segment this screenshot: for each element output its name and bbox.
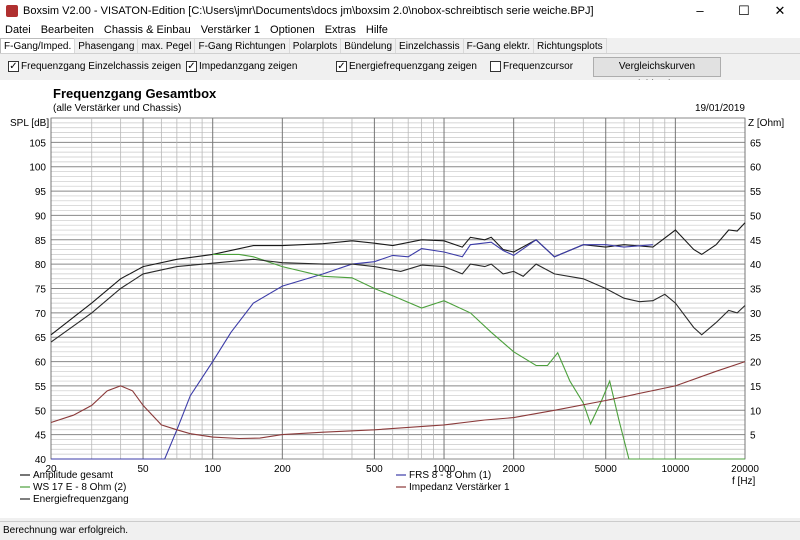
x-tick-label: 50 (137, 464, 149, 475)
tab-fgang-elektr[interactable]: F-Gang elektr. (462, 38, 534, 53)
x-tick-label: 500 (366, 464, 383, 475)
menu-bearbeiten[interactable]: Bearbeiten (36, 22, 99, 38)
legend-item: WS 17 E - 8 Ohm (2) (33, 482, 126, 493)
y-axis-label: SPL [dB] (10, 118, 49, 129)
legend-item: Amplitude gesamt (33, 470, 113, 481)
checkbox-einzelchassis[interactable]: ✓ Frequenzgang Einzelchassis zeigen (8, 61, 181, 72)
options-bar: ✓ Frequenzgang Einzelchassis zeigen ✓ Impe… (0, 55, 800, 90)
y-tick-label: 50 (35, 406, 47, 417)
y2-axis-label: Z [Ohm] (748, 118, 784, 129)
tab-bar: F-Gang/Imped. Phasengang max. Pegel F-Ga… (0, 38, 800, 54)
tab-richtungsplots[interactable]: Richtungsplots (533, 38, 607, 53)
y2-tick-label: 40 (750, 260, 762, 271)
x-tick-label: 200 (274, 464, 291, 475)
y-tick-label: 65 (35, 333, 47, 344)
app-icon (6, 5, 18, 17)
frequency-response-chart: Frequenzgang Gesamtbox (alle Verstärker u… (10, 86, 784, 505)
tab-buendelung[interactable]: Bündelung (340, 38, 397, 53)
y2-tick-label: 30 (750, 309, 762, 320)
y-tick-label: 60 (35, 358, 47, 369)
tab-max-pegel[interactable]: max. Pegel (137, 38, 196, 53)
chart-subtitle: (alle Verstärker und Chassis) (53, 103, 181, 114)
checkbox-label: Energiefrequenzgang zeigen (349, 61, 477, 72)
menu-extras[interactable]: Extras (320, 22, 361, 38)
close-button[interactable]: ✕ (760, 0, 800, 22)
window-title: Boxsim V2.00 - VISATON-Edition [C:\Users… (23, 5, 594, 17)
y2-tick-label: 45 (750, 236, 762, 247)
y2-tick-label: 65 (750, 138, 762, 149)
y-tick-label: 100 (29, 163, 46, 174)
menu-hilfe[interactable]: Hilfe (361, 22, 393, 38)
y2-tick-label: 55 (750, 187, 762, 198)
checkbox-impedanz[interactable]: ✓ Impedanzgang zeigen (186, 61, 297, 72)
menu-optionen[interactable]: Optionen (265, 22, 320, 38)
y-tick-label: 45 (35, 431, 47, 442)
x-tick-label: 2000 (503, 464, 526, 475)
legend-item: Energiefrequenzgang (33, 494, 129, 505)
menu-verstaerker[interactable]: Verstärker 1 (196, 22, 265, 38)
y-tick-label: 75 (35, 285, 47, 296)
x-axis-label: f [Hz] (732, 476, 756, 487)
y2-tick-label: 35 (750, 285, 762, 296)
chart-date: 19/01/2019 (695, 103, 745, 114)
y2-tick-label: 50 (750, 211, 762, 222)
tab-einzelchassis[interactable]: Einzelchassis (395, 38, 464, 53)
tab-fgang-richtungen[interactable]: F-Gang Richtungen (194, 38, 290, 53)
y-tick-label: 95 (35, 187, 47, 198)
y-tick-label: 55 (35, 382, 47, 393)
y-tick-label: 105 (29, 138, 46, 149)
chart-title: Frequenzgang Gesamtbox (53, 86, 217, 101)
checkbox-label: Impedanzgang zeigen (199, 61, 298, 72)
checkbox-energie[interactable]: ✓ Energiefrequenzgang zeigen (336, 61, 477, 72)
chart-pane: Frequenzgang Gesamtbox (alle Verstärker u… (0, 80, 800, 518)
y2-tick-label: 25 (750, 333, 762, 344)
status-bar: Berechnung war erfolgreich. (0, 521, 800, 540)
tab-polarplots[interactable]: Polarplots (288, 38, 342, 53)
compare-curves-button[interactable]: Vergleichskurven einblenden (593, 57, 721, 90)
legend-item: FRS 8 - 8 Ohm (1) (409, 470, 491, 481)
y-tick-label: 80 (35, 260, 47, 271)
menu-datei[interactable]: Datei (0, 22, 36, 38)
menu-chassis[interactable]: Chassis & Einbau (99, 22, 196, 38)
title-bar: Boxsim V2.00 - VISATON-Edition [C:\Users… (0, 0, 800, 22)
tab-fgang-imped[interactable]: F-Gang/Imped. (0, 38, 76, 53)
x-tick-label: 10000 (661, 464, 689, 475)
minimize-button[interactable]: – (680, 0, 720, 22)
y-tick-label: 85 (35, 236, 47, 247)
x-tick-label: 5000 (595, 464, 618, 475)
x-tick-label: 20000 (731, 464, 759, 475)
maximize-button[interactable]: ☐ (724, 0, 764, 22)
y2-tick-label: 15 (750, 382, 762, 393)
y2-tick-label: 60 (750, 163, 762, 174)
tab-phasengang[interactable]: Phasengang (74, 38, 139, 53)
y2-tick-label: 20 (750, 358, 762, 369)
y-tick-label: 70 (35, 309, 47, 320)
checkbox-label: Frequenzgang Einzelchassis zeigen (21, 61, 182, 72)
y2-tick-label: 10 (750, 406, 762, 417)
x-tick-label: 100 (204, 464, 221, 475)
y-tick-label: 90 (35, 211, 47, 222)
legend-item: Impedanz Verstärker 1 (409, 482, 510, 493)
menu-bar: Datei Bearbeiten Chassis & Einbau Verstä… (0, 22, 800, 38)
checkbox-label: Frequenzcursor (503, 61, 574, 72)
checkbox-frequenzcursor[interactable]: Frequenzcursor (490, 61, 573, 72)
y2-tick-label: 5 (750, 431, 756, 442)
